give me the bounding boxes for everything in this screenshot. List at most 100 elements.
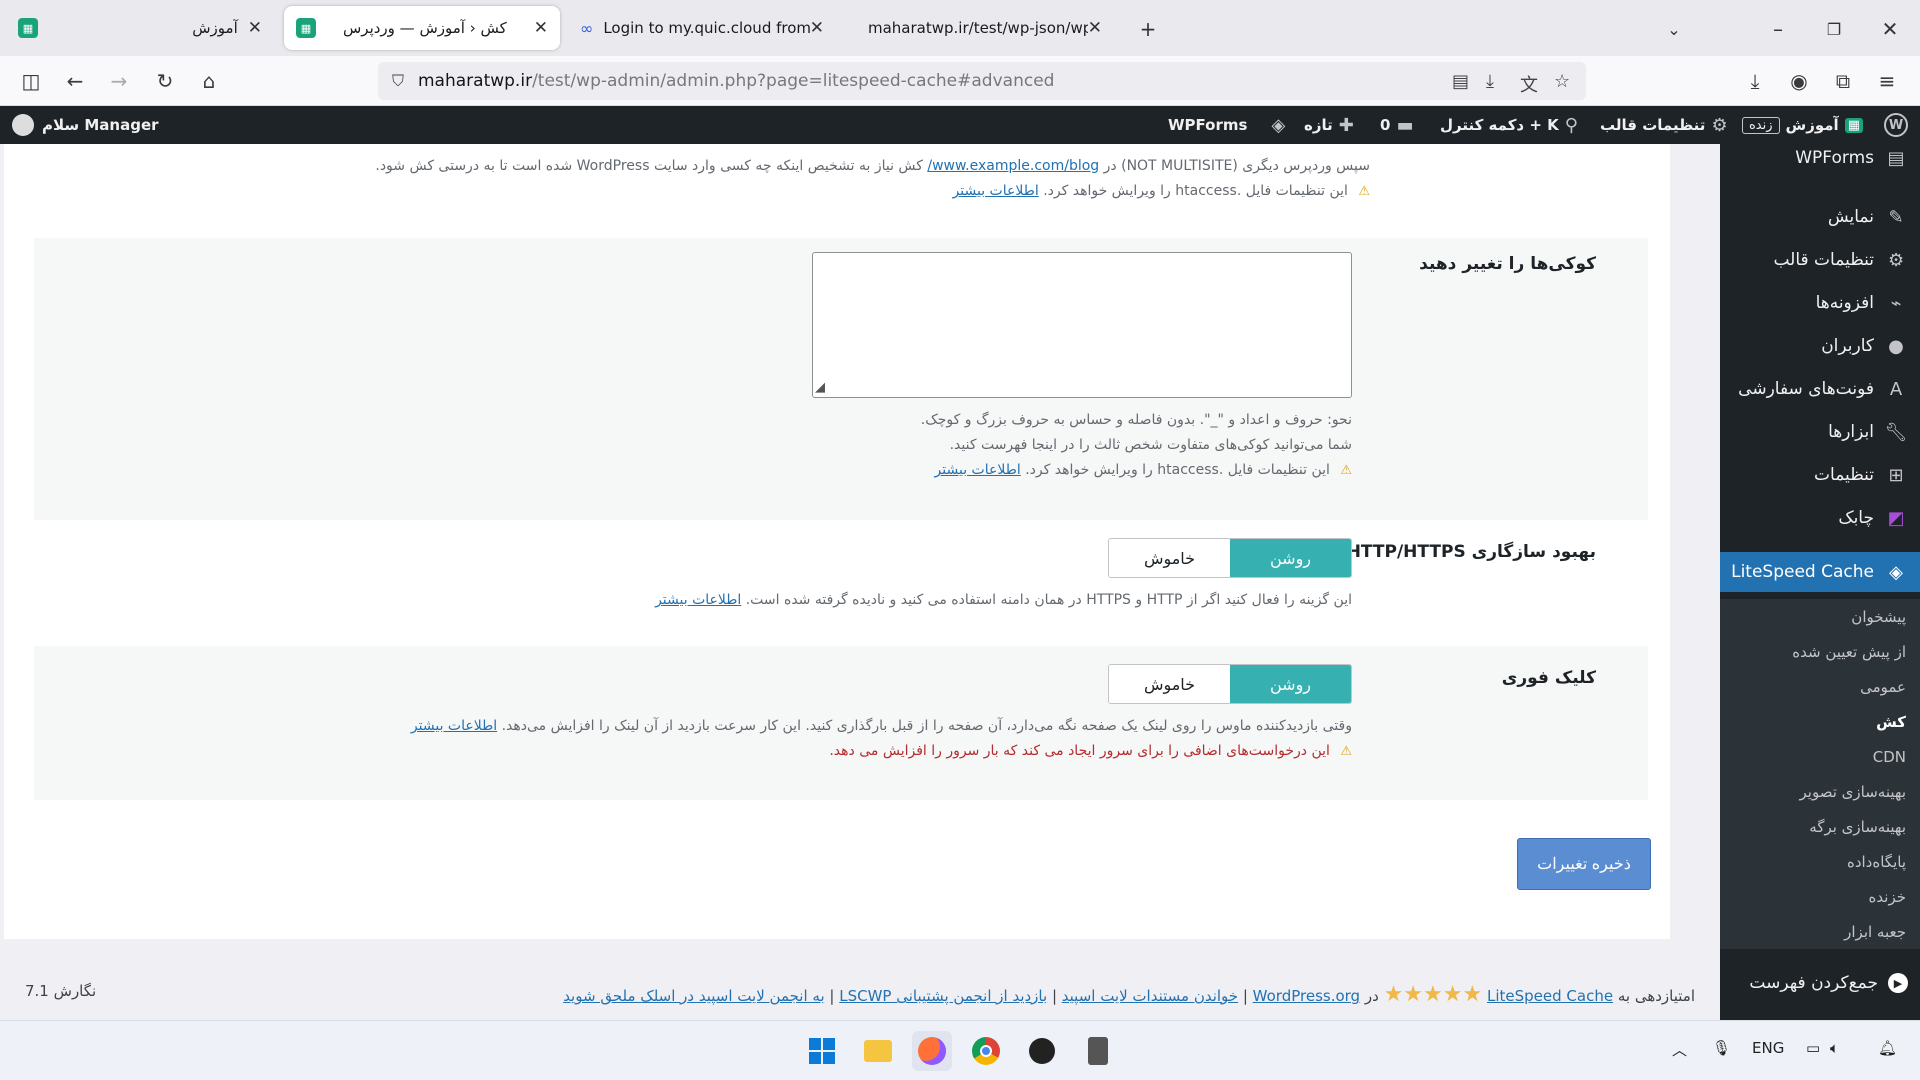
learn-more-link[interactable]: اطلاعات بیشتر — [411, 718, 497, 734]
gear-icon: ⚙ — [1887, 249, 1905, 271]
resize-handle-icon[interactable]: ◢ — [815, 380, 825, 395]
submenu-cache[interactable]: کش — [1720, 704, 1920, 739]
adminbar-new[interactable]: تازه ✚ — [1304, 106, 1360, 144]
home-icon[interactable]: ⌂ — [192, 65, 226, 97]
sidebar-item-wpforms[interactable]: ▤ WPForms — [1720, 138, 1920, 178]
restore-icon[interactable]: ❐ — [1818, 13, 1850, 45]
my-account[interactable]: سلام Manager — [12, 106, 159, 144]
adminbar-comments[interactable]: 0 ▬ — [1380, 106, 1419, 144]
sidebar-item-label: کاربران — [1821, 336, 1874, 356]
sidebar-item-users[interactable]: ● کاربران — [1720, 326, 1920, 366]
toggle-off[interactable]: خاموش — [1109, 539, 1230, 577]
submenu-page-optimization[interactable]: بهینه‌سازی برگه — [1720, 809, 1920, 844]
settings-panel: سپس وردپرس دیگری (NOT MULTISITE) در www.… — [4, 144, 1670, 939]
example-link[interactable]: www.example.com/blog/ — [927, 158, 1099, 174]
close-icon[interactable]: ✕ — [534, 18, 548, 38]
wpforms-icon: ▤ — [1887, 147, 1905, 169]
submenu-cdn[interactable]: CDN — [1720, 739, 1920, 774]
sidebar-item-chabok[interactable]: ◩ چابک — [1720, 498, 1920, 538]
sidebar-item-settings[interactable]: ⊞ تنظیمات — [1720, 455, 1920, 495]
notification-icon[interactable]: 🔔︎ — [1878, 1039, 1897, 1057]
sidebar-item-tools[interactable]: 🔧︎ ابزارها — [1720, 412, 1920, 452]
slack-link[interactable]: به انجمن لایت اسپید در اسلک ملحق شوید — [563, 987, 824, 1005]
forward-icon[interactable]: → — [102, 65, 136, 97]
submenu-database[interactable]: پایگاه‌داده — [1720, 844, 1920, 879]
new-tab-plus-icon[interactable]: + — [1132, 13, 1164, 45]
close-icon[interactable]: ✕ — [1088, 18, 1102, 38]
close-icon[interactable]: ✕ — [810, 18, 824, 38]
submenu-toolbox[interactable]: جعبه ابزار — [1720, 914, 1920, 949]
https-compat-toggle[interactable]: روشن خاموش — [1108, 538, 1352, 578]
save-to-pocket-icon[interactable]: ⤓ — [1486, 71, 1494, 92]
firefox-icon[interactable] — [912, 1031, 952, 1071]
url-bar[interactable]: ⛉ maharatwp.ir/test/wp-admin/admin.php?p… — [378, 62, 1586, 100]
submenu-dashboard[interactable]: پیشخوان — [1720, 599, 1920, 634]
learn-more-link[interactable]: اطلاعات بیشتر — [655, 592, 741, 608]
toggle-on[interactable]: روشن — [1230, 665, 1351, 703]
sidebar-item-appearance[interactable]: ✎ نمایش — [1720, 197, 1920, 237]
window-close-icon[interactable]: ✕ — [1874, 13, 1906, 45]
save-changes-button[interactable]: ذخیره تغییرات — [1517, 838, 1651, 890]
calculator-icon[interactable] — [1078, 1031, 1118, 1071]
login-cookie-description: سپس وردپرس دیگری (NOT MULTISITE) در www.… — [375, 154, 1370, 179]
reload-icon[interactable]: ↻ — [148, 65, 182, 97]
sidebar-item-plugins[interactable]: ⌁ افزونه‌ها — [1720, 283, 1920, 323]
rate-plugin-link[interactable]: LiteSpeed Cache — [1487, 987, 1613, 1005]
adminbar-search-shortcut[interactable]: دکمه کنترل + K ⚲ — [1440, 106, 1584, 144]
extensions-icon[interactable]: ⧉ — [1826, 65, 1860, 97]
main-content: سپس وردپرس دیگری (NOT MULTISITE) در www.… — [0, 144, 1720, 1020]
desc-text: وقتی بازدیدکننده ماوس را روی لینک یک صفح… — [501, 718, 1352, 734]
menu-icon[interactable]: ≡ — [1870, 65, 1904, 97]
star-icon[interactable]: ★★★★★ — [1384, 982, 1483, 1007]
sidebar-item-custom-fonts[interactable]: A فونت‌های سفارشی — [1720, 369, 1920, 409]
tab-list-chevron-icon[interactable]: ⌄ — [1658, 13, 1690, 45]
docs-link[interactable]: خواندن مستندات لایت اسپید — [1062, 987, 1238, 1005]
warning-text: این تنظیمات فایل .htaccess را ویرایش خوا… — [1025, 462, 1330, 478]
collapse-menu-button[interactable]: ▶ جمع‌کردن فهرست — [1720, 963, 1920, 1003]
toggle-on[interactable]: روشن — [1230, 539, 1351, 577]
submenu-general[interactable]: عمومی — [1720, 669, 1920, 704]
bookmark-star-icon[interactable]: ☆ — [1554, 71, 1570, 92]
version-text: نگارش 7.1 — [25, 982, 97, 1000]
sidebar-item-litespeed-cache[interactable]: ◈ LiteSpeed Cache — [1710, 552, 1920, 592]
site-icon: ▦ — [18, 18, 38, 38]
close-icon[interactable]: ✕ — [248, 18, 262, 38]
tab-cache-active[interactable]: ▦ کش ‹ آموزش — وردپرس ✕ — [284, 6, 560, 50]
tab-quic-cloud[interactable]: ∞ Login to my.quic.cloud from Wo ✕ — [568, 6, 836, 50]
sidebar-toggle-icon[interactable]: ◫ — [14, 65, 48, 97]
learn-more-link[interactable]: اطلاعات بیشتر — [953, 183, 1039, 199]
network-icon[interactable]: ▭ — [1806, 1039, 1820, 1057]
translate-icon[interactable]: 文 — [1520, 71, 1538, 97]
windows-start-icon[interactable] — [802, 1031, 842, 1071]
submenu-presets[interactable]: از پیش تعیین شده — [1720, 634, 1920, 669]
tab-wp-json[interactable]: maharatwp.ir/test/wp-json/wp/v2/p ✕ — [846, 6, 1114, 50]
instant-click-toggle[interactable]: روشن خاموش — [1108, 664, 1352, 704]
account-icon[interactable]: ◉ — [1782, 65, 1816, 97]
microphone-icon[interactable]: 🎙︎ — [1712, 1039, 1731, 1057]
cookies-textarea[interactable]: ◢ — [812, 252, 1352, 398]
forum-link[interactable]: بازدید از انجمن پشتیبانی LSCWP — [839, 987, 1047, 1005]
back-icon[interactable]: ← — [58, 65, 92, 97]
file-explorer-icon[interactable] — [858, 1031, 898, 1071]
wordpress-org-link[interactable]: WordPress.org — [1253, 987, 1360, 1005]
submenu-crawler[interactable]: خزنده — [1720, 879, 1920, 914]
cookies-hint-1: نحو: حروف و اعداد و "_". بدون فاصله و حس… — [920, 412, 1352, 428]
tab-amoozesh[interactable]: ▦ آموزش ✕ — [6, 6, 274, 50]
chrome-icon[interactable] — [966, 1031, 1006, 1071]
learn-more-link[interactable]: اطلاعات بیشتر — [935, 462, 1021, 478]
litespeed-diamond-icon[interactable]: ◈ — [1271, 115, 1285, 136]
sidebar-item-theme-settings[interactable]: ⚙ تنظیمات قالب — [1720, 240, 1920, 280]
volume-icon[interactable]: 🔈︎ — [1830, 1039, 1839, 1057]
minimize-icon[interactable]: – — [1762, 13, 1794, 45]
submenu-image-optimization[interactable]: بهینه‌سازی تصویر — [1720, 774, 1920, 809]
adminbar-wpforms[interactable]: WPForms ◈ — [1168, 106, 1291, 144]
adminbar-theme-settings[interactable]: تنظیمات قالب ⚙ — [1600, 106, 1734, 144]
downloads-icon[interactable]: ⤓ — [1738, 65, 1772, 97]
tray-chevron-icon[interactable]: ︿ — [1672, 1039, 1687, 1060]
reader-view-icon[interactable]: ▤ — [1452, 71, 1469, 92]
https-compat-row: بهبود سازگاری HTTP/HTTPS روشن خاموش این … — [34, 520, 1648, 646]
toggle-off[interactable]: خاموش — [1109, 665, 1230, 703]
language-indicator[interactable]: ENG — [1752, 1039, 1784, 1057]
url-text[interactable]: maharatwp.ir/test/wp-admin/admin.php?pag… — [418, 71, 1054, 91]
app-icon[interactable] — [1022, 1031, 1062, 1071]
